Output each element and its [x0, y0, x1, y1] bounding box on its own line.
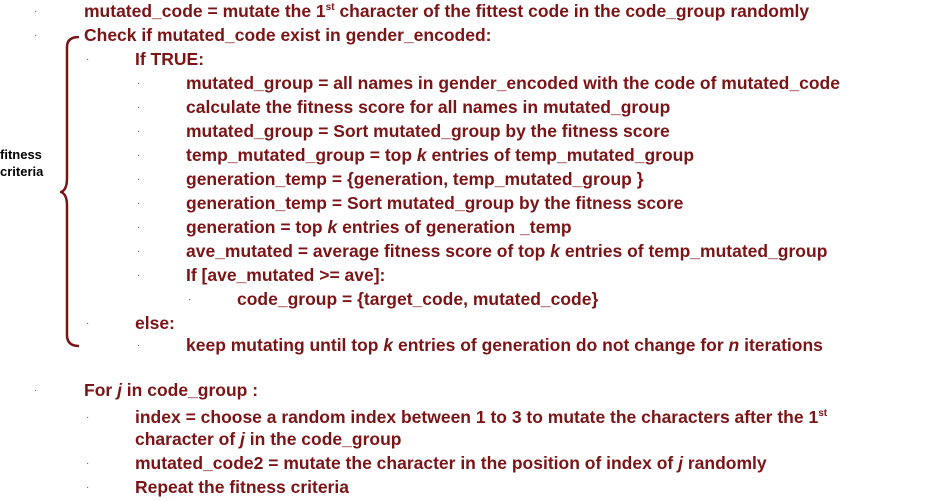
text-run: mutated_code2 = mutate the character in …: [135, 453, 679, 473]
bullet-dot: ·: [137, 198, 141, 209]
line-text: generation = top k entries of generation…: [186, 216, 572, 238]
text-run: in code_group :: [121, 380, 259, 400]
bullet-dot: ·: [137, 222, 141, 233]
text-run: entries of generation do not change for: [393, 335, 729, 355]
text-run: If TRUE:: [135, 49, 205, 69]
text-run: generation_temp = {generation, temp_muta…: [186, 169, 644, 189]
text-run: calculate the fitness score for all name…: [186, 97, 671, 117]
bullet-dot: ·: [86, 482, 90, 493]
line-text: Repeat the fitness criteria: [135, 476, 349, 498]
text-run: generation_temp = Sort mutated_group by …: [186, 193, 684, 213]
line-text: character of j in the code_group: [135, 428, 401, 450]
bullet-dot: ·: [86, 318, 90, 329]
line-text: generation_temp = Sort mutated_group by …: [186, 192, 683, 214]
superscript-text: st: [325, 2, 335, 13]
superscript-text: st: [818, 408, 828, 419]
line-text: If TRUE:: [135, 48, 204, 70]
bullet-dot: ·: [86, 458, 90, 469]
line-text: generation_temp = {generation, temp_muta…: [186, 168, 644, 190]
text-run: Check if mutated_code exist in gender_en…: [84, 25, 492, 45]
bullet-dot: ·: [86, 54, 90, 65]
line-text: Check if mutated_code exist in gender_en…: [84, 24, 491, 46]
bullet-dot: ·: [86, 412, 90, 423]
italic-variable: n: [728, 335, 740, 355]
line-text: mutated_group = Sort mutated_group by th…: [186, 120, 670, 142]
text-run: generation = top: [186, 217, 328, 237]
text-run: temp_mutated_group = top: [186, 145, 417, 165]
bullet-dot: ·: [137, 78, 141, 89]
bullet-dot: ·: [137, 340, 141, 351]
text-run: entries of temp_mutated_group: [559, 241, 828, 261]
italic-variable: k: [383, 335, 394, 355]
bullet-dot: ·: [137, 102, 141, 113]
text-run: keep mutating until top: [186, 335, 384, 355]
line-text: index = choose a random index between 1 …: [135, 406, 827, 428]
line-text: If [ave_mutated >= ave]:: [186, 264, 385, 286]
bullet-dot: ·: [137, 246, 141, 257]
text-run: entries of generation _temp: [337, 217, 572, 237]
line-text: calculate the fitness score for all name…: [186, 96, 670, 118]
bullet-dot: ·: [34, 385, 38, 396]
line-text: mutated_code = mutate the 1st character …: [84, 0, 809, 22]
italic-variable: k: [416, 145, 427, 165]
bullet-dot: ·: [188, 294, 192, 305]
italic-variable: k: [550, 241, 560, 261]
line-text: For j in code_group :: [84, 379, 258, 401]
text-run: in the code_group: [244, 429, 402, 449]
text-run: mutated_group = Sort mutated_group by th…: [186, 121, 670, 141]
side-label-word: criteria: [0, 164, 44, 179]
text-run: index = choose a random index between 1 …: [135, 407, 819, 427]
side-label-word: fitness: [0, 147, 42, 162]
bullet-dot: ·: [137, 174, 141, 185]
text-run: iterations: [739, 335, 823, 355]
text-run: character of the fittest code in the cod…: [334, 1, 810, 21]
text-run: entries of temp_mutated_group: [426, 145, 695, 165]
italic-variable: k: [327, 217, 338, 237]
line-text: mutated_group = all names in gender_enco…: [186, 72, 840, 94]
line-text: temp_mutated_group = top k entries of te…: [186, 144, 694, 166]
text-run: randomly: [682, 453, 767, 473]
line-text: else:: [135, 312, 175, 334]
fitness-criteria-brace: [60, 36, 80, 348]
text-run: If [ave_mutated >= ave]:: [186, 265, 386, 285]
bullet-dot: ·: [34, 6, 38, 17]
text-run: For: [84, 380, 118, 400]
text-run: mutated_code = mutate the 1: [84, 1, 326, 21]
fitness-criteria-label: fitness criteria: [0, 146, 43, 180]
text-run: mutated_group = all names in gender_enco…: [186, 73, 840, 93]
text-run: code_group = {target_code, mutated_code}: [237, 289, 599, 309]
text-run: Repeat the fitness criteria: [135, 477, 349, 497]
text-run: ave_mutated = average fitness score of t…: [186, 241, 551, 261]
text-run: else:: [135, 313, 175, 333]
line-text: mutated_code2 = mutate the character in …: [135, 452, 767, 474]
bullet-dot: ·: [137, 150, 141, 161]
line-text: code_group = {target_code, mutated_code}: [237, 288, 598, 310]
bullet-dot: ·: [137, 126, 141, 137]
bullet-dot: ·: [137, 270, 141, 281]
line-text: ave_mutated = average fitness score of t…: [186, 240, 827, 262]
text-run: character of: [135, 429, 241, 449]
line-text: keep mutating until top k entries of gen…: [186, 334, 823, 356]
bullet-dot: ·: [34, 30, 38, 41]
